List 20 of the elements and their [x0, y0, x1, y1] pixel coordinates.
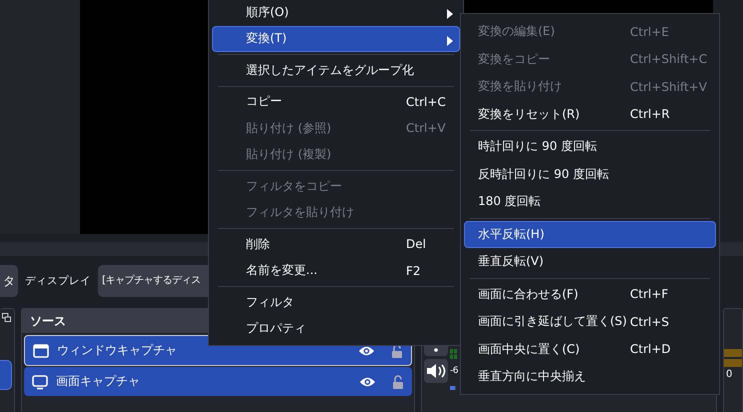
menu-item[interactable]: 垂直反転(V)	[464, 248, 716, 276]
menu-item[interactable]: 削除 Del	[212, 231, 460, 258]
menu-item[interactable]: 順序(O)	[212, 0, 460, 26]
menu-item[interactable]: 選択したアイテムをグループ化	[212, 57, 460, 84]
menu-item[interactable]: 反時計回りに 90 度回転	[464, 160, 716, 188]
menu-item[interactable]: コピー Ctrl+C	[212, 88, 460, 115]
menu-item[interactable]: 画面に合わせる(F) Ctrl+F	[464, 280, 716, 308]
menu-item[interactable]: 画面中央に置く(C) Ctrl+D	[464, 336, 716, 363]
meter-scale-label: 0	[725, 369, 734, 380]
meter-scale-label: -6	[450, 366, 458, 376]
display-label: ディスプレイ	[25, 274, 91, 288]
toolbar-button[interactable]: タ	[0, 265, 18, 297]
menu-item[interactable]: 垂直方向に中央揃え	[464, 363, 716, 390]
menu-item[interactable]: 180 度回転	[464, 188, 716, 216]
menu-item[interactable]: 時計回りに 90 度回転	[464, 133, 716, 160]
menu-item[interactable]: 変換をリセット(R) Ctrl+R	[464, 100, 716, 128]
menu-item[interactable]: 水平反転(H)	[464, 220, 716, 248]
menu-item[interactable]: 画面に引き延ばして置く(S) Ctrl+S	[464, 308, 716, 336]
menu-item[interactable]: 変換(T)	[212, 26, 460, 52]
source-item[interactable]: 画面キャプチャ	[24, 367, 412, 396]
